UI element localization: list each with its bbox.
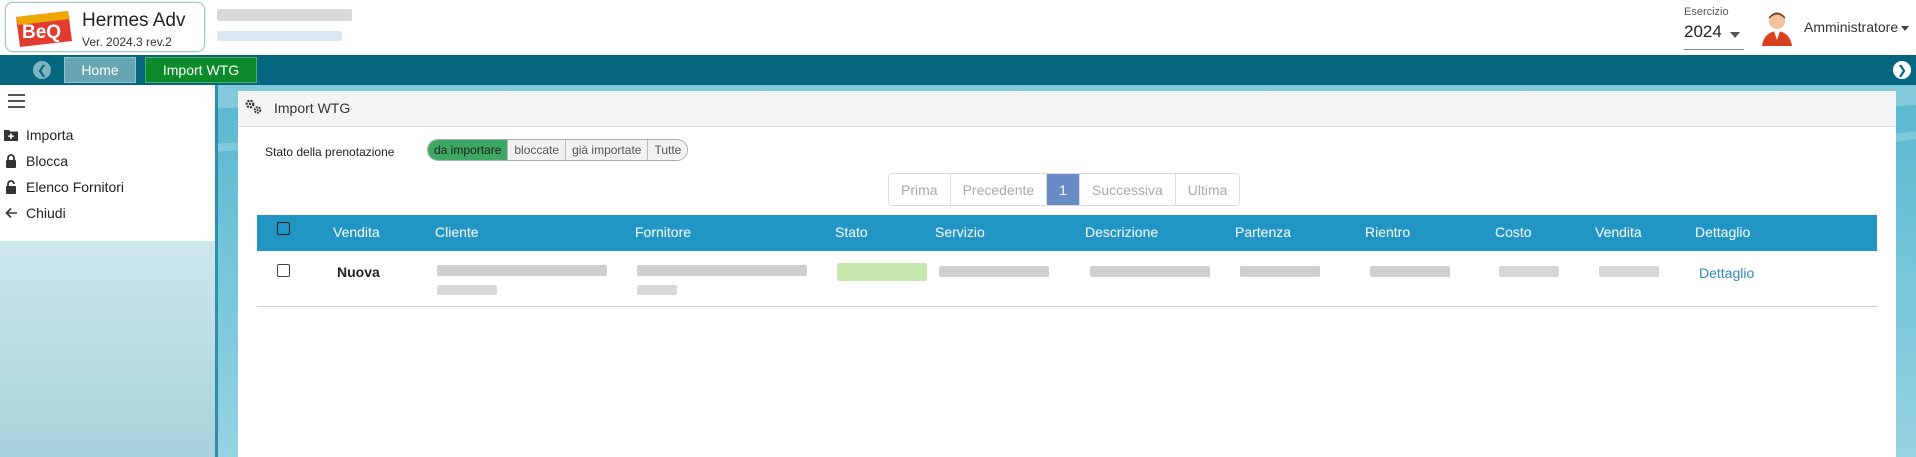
sidebar-item-label: Chiudi: [26, 205, 66, 221]
user-name: Amministratore: [1804, 19, 1899, 35]
row-checkbox[interactable]: [277, 264, 290, 277]
app-header: BeQ Hermes Adv Ver. 2024.3 rev.2 Eserciz…: [0, 0, 1916, 55]
app-title: Hermes Adv: [82, 10, 186, 31]
app-logo[interactable]: BeQ Hermes Adv Ver. 2024.3 rev.2: [5, 2, 205, 52]
cell-costo-redacted: [1499, 266, 1559, 277]
tab-import-wtg[interactable]: Import WTG: [145, 57, 257, 83]
cell-stato-redacted: [837, 263, 927, 281]
column-header-rientro[interactable]: Rientro: [1365, 224, 1410, 240]
arrow-left-icon: [4, 206, 18, 220]
tab-home[interactable]: Home: [64, 57, 136, 83]
main-panel: Import WTG Stato della prenotazione da i…: [238, 91, 1896, 457]
pagination: Prima Precedente 1 Successiva Ultima: [888, 173, 1241, 206]
sidebar-item-label: Elenco Fornitori: [26, 179, 125, 195]
filter-option-bloccate[interactable]: bloccate: [507, 140, 566, 160]
esercizio-value: 2024: [1684, 22, 1722, 41]
filter-option-gia-importate[interactable]: già importate: [565, 140, 648, 160]
sidebar-item-chiudi[interactable]: Chiudi: [4, 203, 66, 223]
column-header-vendita-price[interactable]: Vendita: [1595, 224, 1642, 240]
user-menu[interactable]: Amministratore: [1804, 19, 1910, 35]
row-vendita-status: Nuova: [337, 264, 380, 280]
cell-descrizione-redacted: [1090, 266, 1210, 277]
user-avatar-icon[interactable]: [1760, 10, 1794, 46]
unlock-icon: [4, 180, 18, 194]
panel-header: Import WTG: [238, 91, 1896, 127]
page-next-button[interactable]: Successiva: [1078, 174, 1175, 205]
cell-fornitore-redacted-line2: [637, 285, 677, 295]
filter-option-da-importare[interactable]: da importare: [428, 140, 508, 160]
esercizio-select[interactable]: 2024: [1684, 22, 1744, 50]
cell-cliente-redacted: [437, 265, 607, 276]
sidebar: Importa Blocca Elenco Fornitori Chiudi: [0, 85, 218, 457]
column-header-cliente[interactable]: Cliente: [435, 224, 479, 240]
cell-cliente-redacted-line2: [437, 285, 497, 295]
table-header: Vendita Cliente Fornitore Stato Servizio…: [257, 215, 1877, 251]
cell-partenza-redacted: [1240, 266, 1320, 277]
column-header-dettaglio[interactable]: Dettaglio: [1695, 224, 1750, 240]
sidebar-item-importa[interactable]: Importa: [4, 125, 73, 145]
filter-label: Stato della prenotazione: [265, 145, 395, 159]
page-last-button[interactable]: Ultima: [1174, 174, 1240, 205]
column-header-partenza[interactable]: Partenza: [1235, 224, 1291, 240]
cell-rientro-redacted: [1370, 266, 1450, 277]
gears-icon: [245, 99, 262, 114]
column-header-costo[interactable]: Costo: [1495, 224, 1532, 240]
sidebar-item-label: Importa: [26, 127, 74, 143]
filter-option-tutte[interactable]: Tutte: [647, 140, 688, 160]
beq-logo-icon: BeQ: [16, 11, 72, 47]
page-first-button[interactable]: Prima: [889, 174, 950, 205]
hamburger-menu-icon[interactable]: [8, 94, 25, 108]
chevron-down-icon: [1901, 25, 1910, 31]
row-dettaglio-link[interactable]: Dettaglio: [1699, 265, 1754, 281]
column-header-vendita[interactable]: Vendita: [333, 224, 380, 240]
column-header-fornitore[interactable]: Fornitore: [635, 224, 691, 240]
sidebar-item-blocca[interactable]: Blocca: [4, 151, 68, 171]
scroll-right-icon[interactable]: ❯: [1893, 61, 1911, 79]
sidebar-item-label: Blocca: [26, 153, 69, 169]
column-header-stato[interactable]: Stato: [835, 224, 868, 240]
cell-fornitore-redacted: [637, 265, 807, 276]
select-all-checkbox[interactable]: [277, 222, 290, 235]
panel-title: Import WTG: [274, 100, 351, 116]
lock-icon: [4, 154, 18, 168]
esercizio-label: Esercizio: [1684, 6, 1729, 18]
table-row[interactable]: Nuova Dettaglio: [257, 251, 1877, 307]
tab-bar: ❮ Home Import WTG ❯: [0, 55, 1916, 85]
page-current-button[interactable]: 1: [1046, 174, 1079, 205]
folder-plus-icon: [4, 128, 18, 142]
sidebar-item-elenco-fornitori[interactable]: Elenco Fornitori: [4, 177, 124, 197]
booking-status-filter: da importare bloccate già importate Tutt…: [427, 139, 689, 161]
company-detail-redacted: [217, 31, 342, 41]
column-header-descrizione[interactable]: Descrizione: [1085, 224, 1158, 240]
cell-vendita-price-redacted: [1599, 266, 1659, 277]
page-prev-button[interactable]: Precedente: [949, 174, 1047, 205]
bookings-table: Vendita Cliente Fornitore Stato Servizio…: [257, 215, 1877, 307]
scroll-left-icon[interactable]: ❮: [33, 61, 51, 79]
company-name-redacted: [217, 9, 352, 21]
app-version: Ver. 2024.3 rev.2: [82, 35, 172, 49]
svg-text:BeQ: BeQ: [22, 22, 61, 43]
chevron-down-icon: [1730, 32, 1740, 38]
cell-servizio-redacted: [939, 266, 1049, 277]
column-header-servizio[interactable]: Servizio: [935, 224, 985, 240]
